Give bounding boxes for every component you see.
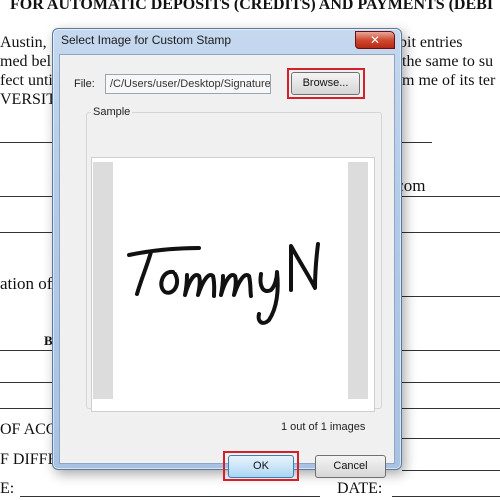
date-label: DATE:	[337, 480, 383, 497]
ok-button[interactable]: OK	[228, 455, 294, 478]
document-rule	[402, 382, 500, 383]
document-rule	[20, 496, 320, 497]
file-label: File:	[74, 78, 95, 90]
close-icon[interactable]: ✕	[355, 31, 395, 49]
custom-stamp-dialog: Select Image for Custom Stamp ✕ File: /C…	[52, 28, 402, 481]
document-rule	[402, 296, 500, 297]
dialog-body: File: /C/Users/user/Desktop/Signature Br…	[59, 54, 395, 481]
document-text-fragment: OF ACC	[0, 421, 57, 438]
sample-label: Sample	[91, 106, 133, 118]
document-rule	[402, 438, 500, 439]
document-rule	[402, 196, 500, 197]
sample-margin	[348, 162, 368, 399]
document-rule	[0, 408, 52, 409]
cancel-button[interactable]: Cancel	[315, 455, 386, 478]
document-text-fragment: F DIFFE	[0, 451, 58, 468]
document-text-fragment: ation of	[0, 274, 53, 293]
document-rule	[0, 196, 52, 197]
document-rule	[402, 408, 500, 409]
document-heading: FOR AUTOMATIC DEPOSITS (CREDITS) AND PAY…	[10, 0, 494, 13]
dialog-title: Select Image for Custom Stamp	[61, 33, 232, 47]
document-text-fragment: Austin,	[0, 34, 47, 51]
document-rule	[402, 142, 432, 143]
document-text-fragment: E:	[0, 480, 15, 497]
browse-button[interactable]: Browse...	[291, 72, 360, 95]
document-rule	[402, 470, 500, 471]
document-rule	[0, 382, 52, 383]
document-rule	[402, 232, 500, 233]
document-rule	[0, 232, 52, 233]
document-rule	[0, 142, 52, 143]
document-rule	[392, 496, 500, 497]
signature-preview	[113, 162, 348, 399]
document-rule	[0, 350, 52, 351]
document-text-fragment: fect unti	[0, 72, 53, 89]
document-rule	[402, 350, 500, 351]
image-count: 1 out of 1 images	[281, 421, 366, 433]
file-path-field[interactable]: /C/Users/user/Desktop/Signature	[105, 74, 271, 94]
sample-margin	[93, 162, 113, 399]
document-text-fragment: VERSIT	[0, 91, 56, 108]
signature-image	[127, 242, 320, 325]
document-text-fragment: the same to su	[402, 53, 494, 70]
document-text-fragment: med bel	[0, 53, 52, 70]
document-text-fragment: m me of its ter	[402, 72, 496, 89]
